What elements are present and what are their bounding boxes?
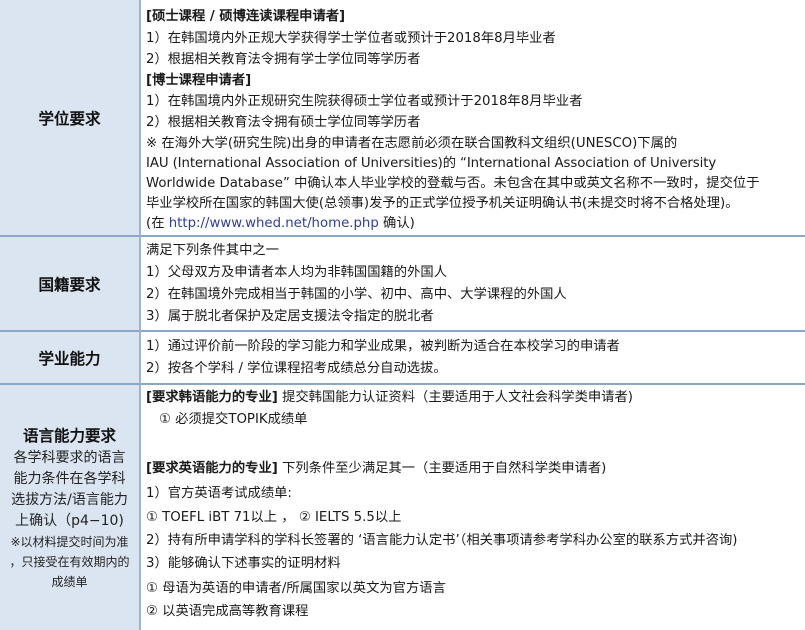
- degree-line: 1）在韩国境内外正规研究生院获得硕士学位者或预计于2018年8月毕业者: [146, 94, 583, 109]
- degree-body-cell: [硕士课程 / 硕博连读课程申请者] 1）在韩国境内外正规大学获得学士学位者或预…: [141, 0, 805, 237]
- english-requirement-line: [要求英语能力的专业] 下列条件至少满足其一（主要适用于自然科学类申请者): [146, 459, 606, 479]
- english-line: ① 母语为英语的申请者/所属国家以英文为官方语言: [146, 581, 446, 596]
- degree-line: 2）根据相关教育法令拥有学士学位同等学历者: [146, 52, 421, 67]
- language-desc-line: 各学科要求的语言: [13, 449, 126, 466]
- english-line: 1）官方英语考试成绩单:: [146, 486, 292, 501]
- academic-header: 学业能力: [38, 349, 101, 368]
- english-line: 3）能够确认下述事实的证明材料: [146, 556, 341, 571]
- nationality-line: 满足下列条件其中之一: [146, 243, 279, 258]
- degree-line: 毕业学校所在国家的韩国大使(总领事)发予的正式学位授予机关证明确认书(未提交时将…: [146, 196, 739, 211]
- english-line: ② 以英语完成高等教育课程: [146, 604, 309, 619]
- language-desc-line: 选拔方法/语言能力: [11, 491, 128, 508]
- degree-line: ※ 在海外大学(研究生院)出身的申请者在志愿前必须在联合国教科文组织(UNESC…: [146, 136, 678, 151]
- nationality-line: 2）在韩国境外完成相当于韩国的小学、初中、高中、大学课程的外国人: [146, 287, 567, 302]
- link-suffix: 确认): [383, 216, 415, 231]
- english-line: ① TOEFL iBT 71以上 ， ② IELTS 5.5以上: [146, 510, 402, 525]
- degree-line: [博士课程申请者]: [146, 73, 252, 88]
- language-note-line: ，只接受在有效期内的: [9, 554, 130, 569]
- whed-link[interactable]: http://www.whed.net/home.php: [169, 216, 379, 231]
- academic-header-cell: 学业能力: [0, 332, 141, 385]
- nationality-header-cell: 国籍要求: [0, 237, 141, 332]
- nationality-line: 3）属于脱北者保护及定居支援法令指定的脱北者: [146, 309, 434, 324]
- nationality-header: 国籍要求: [38, 275, 101, 294]
- degree-header-cell: 学位要求: [0, 0, 141, 237]
- language-desc-line: 上确认（p4−10): [15, 512, 124, 529]
- english-title: [要求英语能力的专业]: [146, 461, 278, 476]
- link-prefix: (在: [146, 216, 165, 231]
- degree-line: 1）在韩国境内外正规大学获得学士学位者或预计于2018年8月毕业者: [146, 31, 556, 46]
- language-header: 语言能力要求: [22, 426, 116, 445]
- korean-requirement-line: [要求韩语能力的专业] 提交韩国能力认证资料（主要适用于人文社会科学类申请者): [146, 388, 633, 408]
- language-header-cell: 语言能力要求 各学科要求的语言 能力条件在各学科 选拔方法/语言能力 上确认（p…: [0, 385, 141, 630]
- degree-line: Worldwide Database” 中确认本人毕业学校的登载与否。未包含在其…: [146, 176, 760, 191]
- degree-line: IAU (International Association of Univer…: [146, 156, 717, 171]
- degree-link-line: (在 http://www.whed.net/home.php 确认): [146, 214, 415, 234]
- academic-line: 2）按各个学科 / 学位课程招考成绩总分自动选拔。: [146, 361, 447, 376]
- language-note-line: ※以材料提交时间为准: [10, 534, 129, 549]
- korean-desc: 提交韩国能力认证资料（主要适用于人文社会科学类申请者): [282, 390, 633, 405]
- nationality-body-cell: 满足下列条件其中之一 1）父母双方及申请者本人均为非韩国国籍的外国人 2）在韩国…: [141, 237, 805, 332]
- nationality-line: 1）父母双方及申请者本人均为非韩国国籍的外国人: [146, 265, 447, 280]
- english-desc: 下列条件至少满足其一（主要适用于自然科学类申请者): [282, 461, 607, 476]
- academic-line: 1）通过评价前一阶段的学习能力和学业成果，被判断为适合在本校学习的申请者: [146, 339, 620, 354]
- korean-item: ① 必须提交TOPIK成绩单: [159, 412, 308, 427]
- korean-title: [要求韩语能力的专业]: [146, 390, 278, 405]
- requirements-table: 学位要求 [硕士课程 / 硕博连读课程申请者] 1）在韩国境内外正规大学获得学士…: [0, 0, 805, 630]
- degree-line: 2）根据相关教育法令拥有硕士学位同等学历者: [146, 115, 421, 130]
- english-line: 2）持有所申请学科的学科长签署的 ‘语言能力认定书’（相关事项请参考学科办公室的…: [146, 533, 738, 548]
- language-desc-line: 能力条件在各学科: [13, 470, 126, 487]
- degree-line: [硕士课程 / 硕博连读课程申请者]: [146, 9, 346, 24]
- academic-body-cell: 1）通过评价前一阶段的学习能力和学业成果，被判断为适合在本校学习的申请者 2）按…: [141, 332, 805, 385]
- language-body-cell: [要求韩语能力的专业] 提交韩国能力认证资料（主要适用于人文社会科学类申请者) …: [141, 385, 805, 630]
- degree-header: 学位要求: [38, 109, 101, 128]
- language-note-line: 成绩单: [51, 574, 88, 589]
